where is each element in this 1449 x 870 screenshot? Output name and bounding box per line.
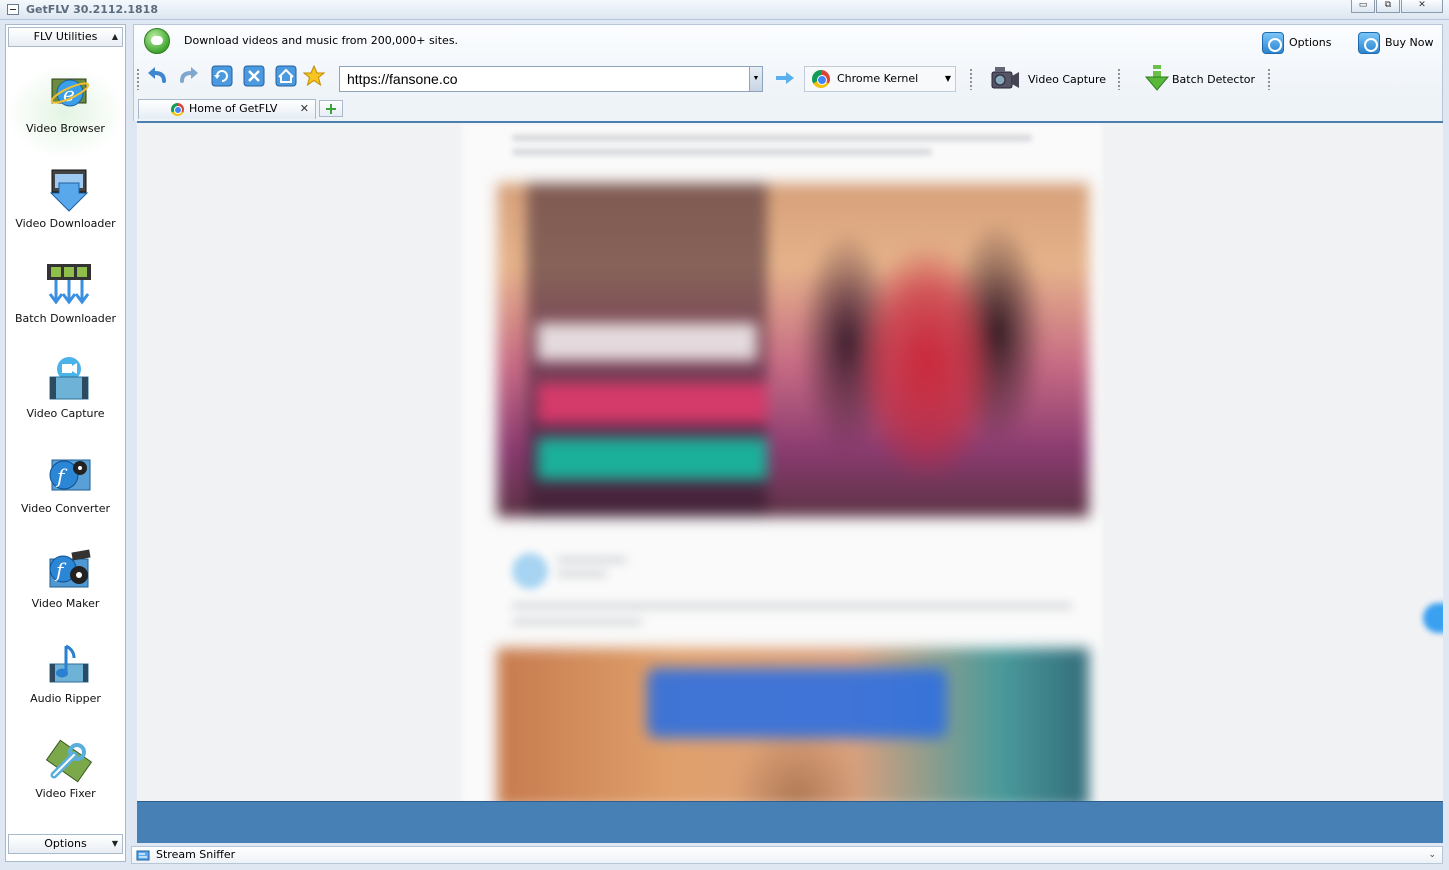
toolbar-separator bbox=[970, 68, 972, 90]
chat-bubble-icon bbox=[144, 28, 170, 54]
batch-detector-button[interactable]: Batch Detector bbox=[1142, 63, 1262, 93]
sidebar-item-label: Video Fixer bbox=[35, 787, 96, 800]
back-icon[interactable] bbox=[146, 65, 168, 87]
system-menu-icon[interactable] bbox=[7, 4, 19, 15]
blurred-floating-button[interactable] bbox=[1423, 603, 1443, 633]
tab-home-of-getflv[interactable]: Home of GetFLV ✕ bbox=[138, 99, 316, 119]
options-button-label: Options bbox=[1289, 36, 1332, 49]
gear-icon bbox=[1262, 32, 1284, 54]
browser-tabs: Home of GetFLV ✕ bbox=[133, 98, 1443, 121]
kernel-label: Chrome Kernel bbox=[837, 72, 919, 85]
avatar bbox=[512, 553, 548, 589]
stream-sniffer-bar[interactable]: Stream Sniffer ⌄ bbox=[131, 846, 1443, 864]
toolbar-separator bbox=[137, 68, 139, 90]
video-converter-icon: f bbox=[49, 459, 91, 491]
buy-now-icon bbox=[1358, 32, 1380, 54]
close-tab-icon[interactable]: ✕ bbox=[300, 100, 309, 118]
video-capture-label: Video Capture bbox=[1028, 73, 1107, 86]
blurred-text bbox=[512, 149, 932, 155]
blurred-text bbox=[512, 135, 1032, 141]
sniffer-results-panel bbox=[137, 801, 1443, 843]
blurred-post-image bbox=[497, 183, 1089, 517]
sidebar-item-video-converter[interactable]: f Video Converter bbox=[6, 450, 125, 545]
sidebar-item-label: Video Converter bbox=[20, 502, 111, 515]
sidebar-item-video-fixer[interactable]: Video Fixer bbox=[6, 735, 125, 830]
camcorder-icon bbox=[991, 67, 1019, 89]
video-downloader-icon bbox=[49, 169, 89, 212]
blurred-title-block bbox=[537, 323, 757, 361]
promo-text: Download videos and music from 200,000+ … bbox=[184, 34, 459, 47]
kernel-select[interactable]: Chrome Kernel ▼ bbox=[804, 66, 956, 92]
chevron-down-icon: ▼ bbox=[944, 74, 951, 83]
audio-ripper-icon bbox=[49, 644, 89, 683]
favorite-star-icon[interactable] bbox=[303, 65, 325, 87]
url-text: https://fansone.co bbox=[347, 71, 458, 87]
toolbar-separator bbox=[1118, 68, 1120, 90]
web-page-view[interactable] bbox=[137, 121, 1443, 801]
home-icon[interactable] bbox=[275, 65, 297, 87]
batch-downloader-icon bbox=[47, 264, 91, 305]
window-title: GetFLV 30.2112.1818 bbox=[26, 3, 158, 16]
blurred-post-header bbox=[507, 543, 1087, 643]
forward-icon[interactable] bbox=[178, 65, 200, 87]
restore-button[interactable]: ⧉ bbox=[1376, 0, 1400, 13]
blurred-text bbox=[557, 557, 627, 563]
sidebar-item-video-browser[interactable]: e Video Browser bbox=[6, 65, 125, 160]
go-arrow-icon[interactable] bbox=[775, 71, 795, 85]
flv-utilities-dropdown[interactable]: FLV Utilities ▲ bbox=[8, 27, 123, 47]
blurred-text bbox=[512, 603, 1072, 609]
stop-icon[interactable] bbox=[243, 65, 265, 87]
options-dropdown[interactable]: Options ▼ bbox=[8, 834, 123, 854]
sidebar-item-label: Video Browser bbox=[26, 122, 105, 135]
top-toolbar: Download videos and music from 200,000+ … bbox=[133, 24, 1443, 99]
chrome-icon bbox=[812, 70, 830, 88]
blurred-text bbox=[512, 619, 642, 625]
video-maker-icon: f bbox=[49, 549, 91, 588]
chevron-down-icon: ▼ bbox=[111, 839, 118, 848]
flv-utilities-panel: FLV Utilities ▲ e Video Browser Video Do… bbox=[5, 24, 126, 862]
url-history-dropdown[interactable]: ▼ bbox=[749, 67, 762, 91]
sidebar-item-label: Video Capture bbox=[26, 407, 105, 420]
stream-sniffer-icon bbox=[136, 850, 150, 861]
tab-label: Home of GetFLV bbox=[189, 102, 278, 115]
sidebar-item-video-downloader[interactable]: Video Downloader bbox=[6, 165, 125, 260]
chevron-up-icon: ▲ bbox=[111, 32, 118, 41]
sidebar-item-label: Audio Ripper bbox=[30, 692, 101, 705]
buy-now-label: Buy Now bbox=[1385, 36, 1434, 49]
toolbar-separator bbox=[1268, 68, 1270, 90]
blurred-text bbox=[557, 571, 607, 577]
options-button[interactable]: Options bbox=[1262, 32, 1332, 54]
sidebar-item-video-maker[interactable]: f Video Maker bbox=[6, 545, 125, 640]
flv-utilities-label: FLV Utilities bbox=[33, 30, 98, 43]
minimize-button[interactable]: ▭ bbox=[1351, 0, 1375, 13]
video-browser-icon: e bbox=[50, 78, 90, 107]
options-dropdown-label: Options bbox=[44, 837, 87, 850]
sidebar-item-label: Batch Downloader bbox=[14, 312, 117, 325]
sidebar-item-label: Video Maker bbox=[31, 597, 100, 610]
sidebar-item-label: Video Downloader bbox=[15, 217, 116, 230]
stream-sniffer-label: Stream Sniffer bbox=[156, 848, 236, 861]
sidebar-item-audio-ripper[interactable]: Audio Ripper bbox=[6, 640, 125, 735]
batch-detector-icon bbox=[1144, 65, 1170, 91]
blurred-post-image bbox=[497, 648, 1089, 801]
expand-icon[interactable]: ⌄ bbox=[1428, 847, 1436, 863]
close-button[interactable]: ✕ bbox=[1401, 0, 1443, 13]
sidebar-item-batch-downloader[interactable]: Batch Downloader bbox=[6, 260, 125, 355]
video-capture-icon bbox=[49, 357, 89, 400]
video-capture-button[interactable]: Video Capture bbox=[990, 63, 1107, 93]
url-input[interactable]: https://fansone.co ▼ bbox=[339, 66, 763, 92]
buy-now-button[interactable]: Buy Now bbox=[1358, 32, 1438, 54]
blurred-title-block bbox=[537, 438, 767, 480]
new-tab-button[interactable] bbox=[319, 100, 343, 117]
blurred-title-block bbox=[647, 668, 947, 738]
blurred-title-block bbox=[537, 383, 767, 423]
batch-detector-label: Batch Detector bbox=[1172, 73, 1256, 86]
chrome-icon bbox=[171, 103, 184, 116]
title-bar: GetFLV 30.2112.1818 ▭ ⧉ ✕ bbox=[0, 0, 1449, 20]
video-fixer-icon bbox=[45, 739, 93, 783]
sidebar-item-video-capture[interactable]: Video Capture bbox=[6, 355, 125, 450]
navigation-row: https://fansone.co ▼ Chrome Kernel ▼ Vid… bbox=[134, 63, 1444, 93]
refresh-icon[interactable] bbox=[211, 65, 233, 87]
